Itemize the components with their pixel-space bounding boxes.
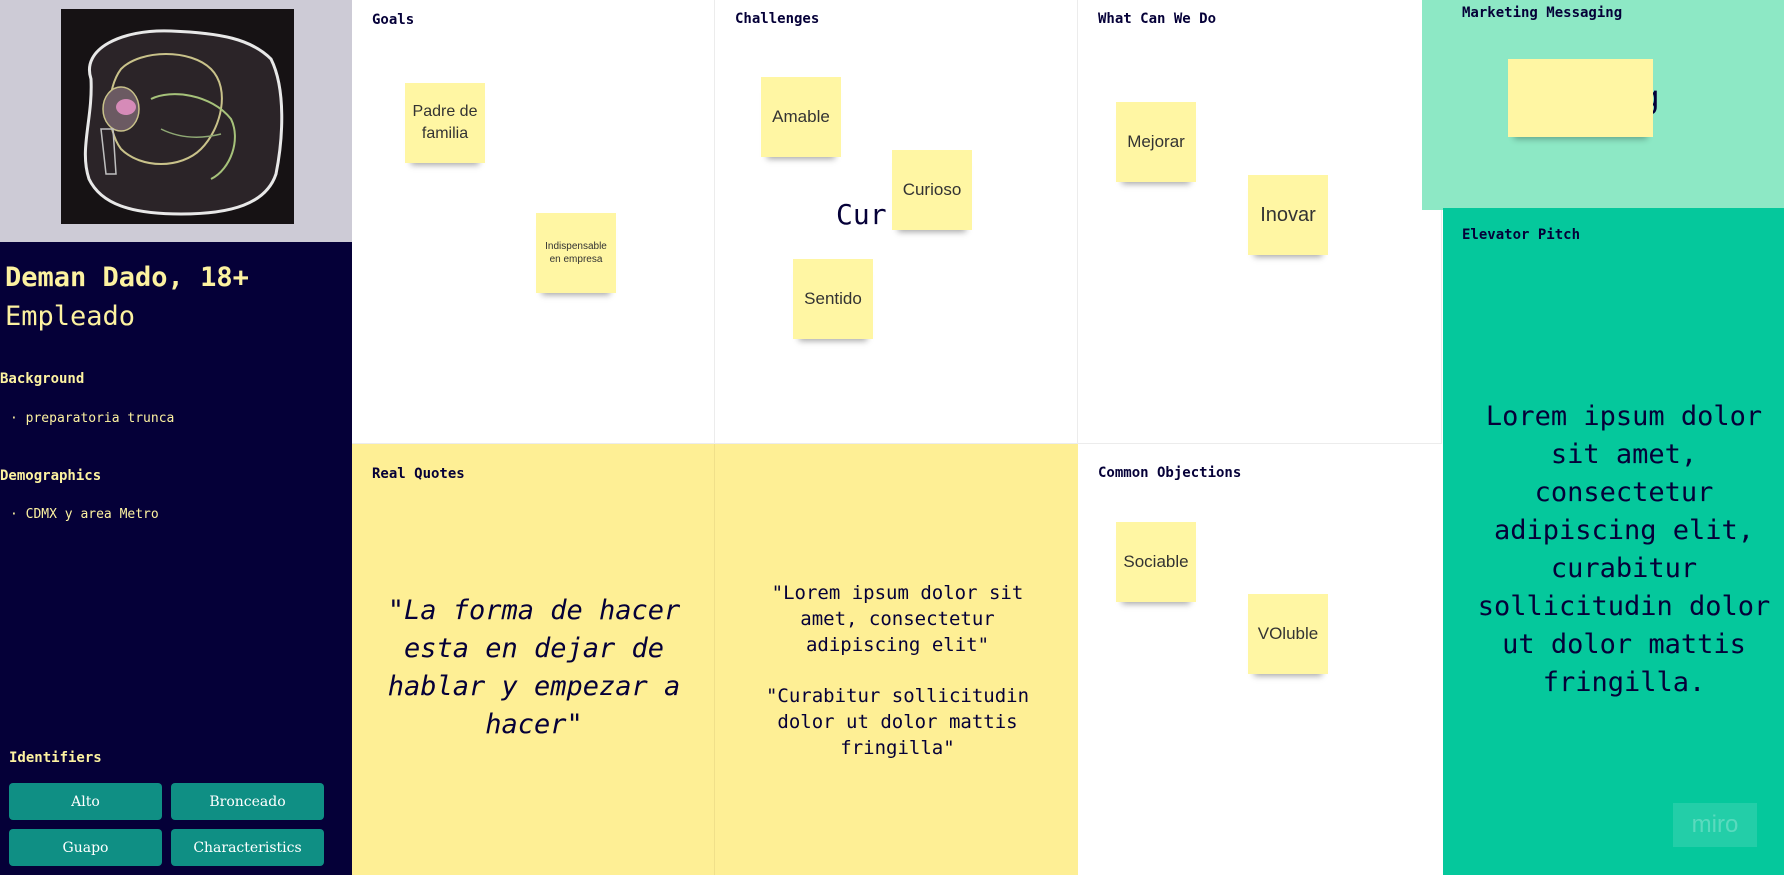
sticky-note-indispensable[interactable]: Indispensable en empresa — [536, 213, 616, 293]
goals-title: Goals — [372, 12, 415, 28]
background-heading: Background — [0, 371, 85, 387]
real-quotes-cell-2 — [715, 444, 1078, 875]
persona-role: Empleado — [5, 301, 136, 332]
persona-photo — [61, 9, 294, 224]
marketing-sticky-note[interactable] — [1508, 59, 1653, 137]
identifiers-heading: Identifiers — [9, 750, 102, 766]
real-quotes-title: Real Quotes — [372, 466, 465, 482]
sticky-note-voluble[interactable]: VOluble — [1248, 594, 1328, 674]
real-quote-main: "La forma de hacer esta en dejar de habl… — [387, 595, 681, 740]
goals-cell — [352, 0, 715, 444]
sticky-note-sociable[interactable]: Sociable — [1116, 522, 1196, 602]
real-quote-lorem-1: "Lorem ipsum dolor sit amet, consectetur… — [771, 582, 1024, 656]
what-can-we-do-title: What Can We Do — [1098, 11, 1217, 27]
sticky-note-mejorar[interactable]: Mejorar — [1116, 102, 1196, 182]
miro-watermark: miro — [1673, 803, 1757, 847]
sticky-note-amable[interactable]: Amable — [761, 77, 841, 157]
background-item-text: preparatoria trunca — [25, 411, 175, 426]
identifier-chip-bronceado[interactable]: Bronceado — [171, 783, 324, 820]
identifier-chip-alto[interactable]: Alto — [9, 783, 162, 820]
persona-panel — [0, 242, 352, 875]
common-objections-title: Common Objections — [1098, 465, 1242, 481]
sticky-note-curioso[interactable]: Curioso — [892, 150, 972, 230]
persona-drawing-image — [61, 9, 294, 224]
background-item: · preparatoria trunca — [10, 411, 174, 426]
identifier-chip-guapo[interactable]: Guapo — [9, 829, 162, 866]
bullet-dot: · — [10, 411, 26, 426]
real-quote-lorem-2: "Curabitur sollicitudin dolor ut dolor m… — [765, 685, 1030, 759]
challenges-background-text: Cur — [836, 198, 887, 231]
elevator-pitch-title: Elevator Pitch — [1462, 227, 1581, 243]
sticky-note-inovar[interactable]: Inovar — [1248, 175, 1328, 255]
demographics-item-text: CDMX y area Metro — [25, 507, 159, 522]
challenges-title: Challenges — [735, 11, 820, 27]
sticky-note-sentido[interactable]: Sentido — [793, 259, 873, 339]
bullet-dot: · — [10, 507, 26, 522]
identifier-chip-characteristics[interactable]: Characteristics — [171, 829, 324, 866]
elevator-pitch-text: Lorem ipsum dolor sit amet, consectetur … — [1477, 401, 1771, 698]
demographics-item: · CDMX y area Metro — [10, 507, 159, 522]
marketing-messaging-title: Marketing Messaging — [1462, 5, 1623, 21]
persona-name: Deman Dado, 18+ — [5, 262, 249, 293]
demographics-heading: Demographics — [0, 468, 102, 484]
sticky-note-padre-de-familia[interactable]: Padre de familia — [405, 83, 485, 163]
